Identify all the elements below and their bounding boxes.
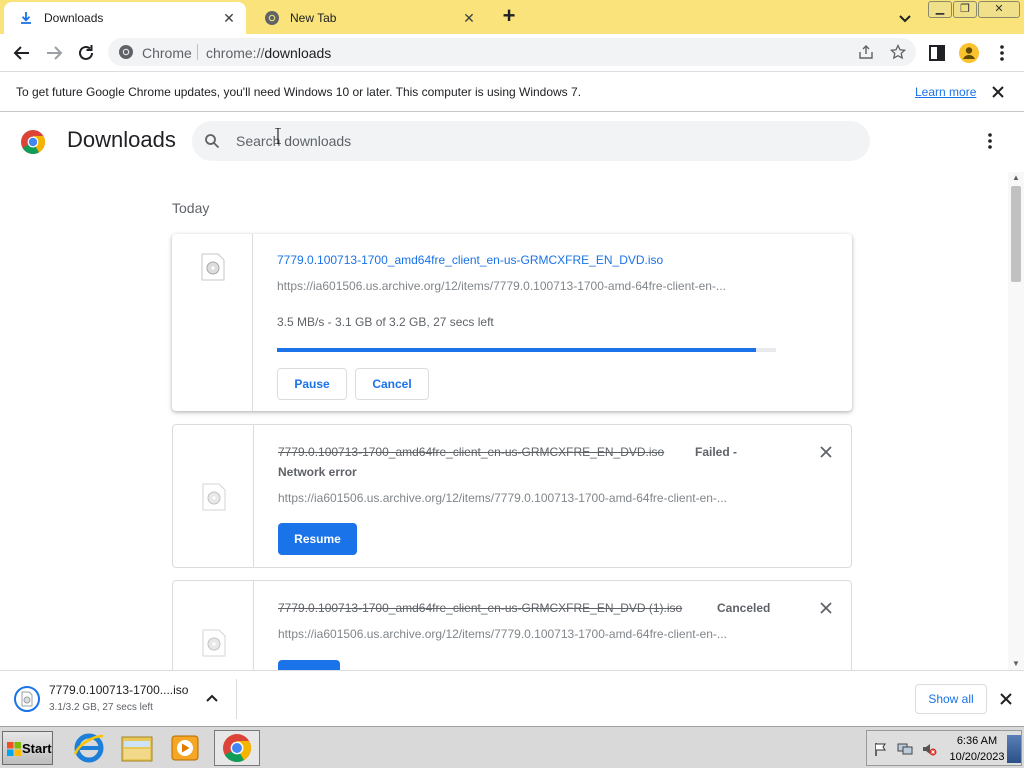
close-icon[interactable] bbox=[990, 84, 1006, 100]
internet-explorer-icon[interactable] bbox=[66, 730, 112, 766]
tab-downloads[interactable]: Downloads ✕ bbox=[4, 2, 246, 34]
media-player-icon[interactable] bbox=[162, 730, 208, 766]
text-cursor-icon bbox=[275, 128, 281, 144]
file-icon bbox=[202, 483, 226, 511]
reload-icon[interactable] bbox=[75, 42, 97, 64]
site-chip: Chrome bbox=[142, 45, 192, 61]
download-progress-text: 3.5 MB/s - 3.1 GB of 3.2 GB, 27 secs lef… bbox=[277, 315, 494, 329]
resume-button[interactable]: Resume bbox=[278, 523, 357, 555]
download-url[interactable]: https://ia601506.us.archive.org/12/items… bbox=[277, 279, 726, 293]
progress-fill bbox=[277, 348, 757, 352]
infobar-message: To get future Google Chrome updates, you… bbox=[16, 85, 582, 99]
chrome-icon[interactable] bbox=[214, 730, 260, 766]
new-tab-button[interactable]: + bbox=[498, 5, 520, 28]
page-title: Downloads bbox=[67, 127, 176, 152]
menu-kebab-icon[interactable] bbox=[991, 42, 1013, 64]
cancel-button[interactable]: Cancel bbox=[355, 368, 429, 400]
shelf-filename[interactable]: 7779.0.100713-1700....iso bbox=[49, 683, 188, 697]
remove-item-icon[interactable] bbox=[819, 601, 833, 615]
downloading-file-icon[interactable] bbox=[14, 685, 40, 713]
start-button[interactable]: Start bbox=[2, 731, 53, 765]
search-input[interactable] bbox=[236, 121, 836, 161]
download-item-failed: 7779.0.100713-1700_amd64fre_client_en-us… bbox=[172, 424, 852, 568]
scroll-up-icon[interactable]: ▲ bbox=[1008, 172, 1024, 184]
window-close-button[interactable]: ✕ bbox=[978, 1, 1020, 18]
url-text: chrome://downloads bbox=[206, 45, 332, 61]
volume-muted-icon[interactable] bbox=[921, 741, 937, 757]
close-tab-icon[interactable]: ✕ bbox=[460, 9, 478, 27]
bookmark-star-icon[interactable] bbox=[890, 44, 906, 60]
close-tab-icon[interactable]: ✕ bbox=[220, 9, 238, 27]
downloads-header: Downloads bbox=[0, 113, 1024, 169]
file-icon bbox=[201, 253, 225, 281]
file-icon bbox=[202, 629, 226, 657]
download-filename: 7779.0.100713-1700_amd64fre_client_en-us… bbox=[278, 601, 683, 615]
system-tray: 6:36 AM 10/20/2023 bbox=[866, 730, 1022, 766]
windows-logo-icon bbox=[7, 742, 21, 756]
download-shelf: 7779.0.100713-1700....iso 3.1/3.2 GB, 27… bbox=[0, 670, 1024, 726]
download-status: Canceled bbox=[717, 601, 771, 615]
search-box[interactable] bbox=[192, 121, 870, 161]
date-heading: Today bbox=[172, 200, 210, 216]
back-arrow-icon[interactable] bbox=[11, 42, 33, 64]
more-actions-icon[interactable] bbox=[982, 131, 998, 151]
tab-label: New Tab bbox=[290, 11, 337, 25]
chrome-window: Downloads ✕ New Tab ✕ + ▁ ❐ ✕ Chrome chr… bbox=[0, 0, 1024, 768]
download-filename-link[interactable]: 7779.0.100713-1700_amd64fre_client_en-us… bbox=[277, 253, 663, 267]
download-icon bbox=[21, 12, 31, 24]
profile-avatar-icon[interactable] bbox=[958, 42, 980, 64]
learn-more-link[interactable]: Learn more bbox=[915, 85, 976, 99]
close-shelf-icon[interactable] bbox=[999, 692, 1013, 706]
tab-new-tab[interactable]: New Tab ✕ bbox=[250, 2, 486, 34]
forward-arrow-icon[interactable] bbox=[43, 42, 65, 64]
pause-button[interactable]: Pause bbox=[277, 368, 347, 400]
page-scrollbar[interactable]: ▲ ▼ bbox=[1008, 172, 1024, 670]
side-panel-icon[interactable] bbox=[926, 42, 948, 64]
search-icon bbox=[205, 134, 220, 149]
tab-label: Downloads bbox=[44, 11, 104, 25]
file-explorer-icon[interactable] bbox=[114, 730, 160, 766]
download-url[interactable]: https://ia601506.us.archive.org/12/items… bbox=[278, 627, 727, 641]
scroll-thumb[interactable] bbox=[1011, 186, 1021, 282]
scroll-down-icon[interactable]: ▼ bbox=[1008, 658, 1024, 670]
file-icon-column bbox=[173, 425, 254, 567]
windows-taskbar: Start 6:36 AM 10/20/2023 bbox=[0, 726, 1024, 768]
start-label: Start bbox=[22, 741, 52, 756]
download-status: Failed - bbox=[695, 445, 738, 459]
show-all-button[interactable]: Show all bbox=[915, 684, 987, 714]
toolbar: Chrome chrome://downloads bbox=[0, 34, 1024, 71]
separator bbox=[197, 44, 198, 60]
download-item-active: 7779.0.100713-1700_amd64fre_client_en-us… bbox=[172, 234, 852, 411]
show-desktop-button[interactable] bbox=[1007, 735, 1021, 763]
network-icon[interactable] bbox=[897, 741, 913, 757]
address-bar[interactable]: Chrome chrome://downloads bbox=[108, 38, 916, 66]
download-status-detail: Network error bbox=[278, 465, 357, 479]
restore-button[interactable]: ❐ bbox=[953, 1, 977, 18]
clock-date[interactable]: 10/20/2023 bbox=[945, 751, 1009, 763]
share-icon[interactable] bbox=[858, 44, 874, 60]
download-filename: 7779.0.100713-1700_amd64fre_client_en-us… bbox=[278, 445, 665, 459]
clock-time[interactable]: 6:36 AM bbox=[949, 735, 1005, 747]
download-progress-bar bbox=[277, 348, 776, 352]
chrome-icon bbox=[265, 11, 279, 25]
tab-strip: Downloads ✕ New Tab ✕ + ▁ ❐ ✕ bbox=[0, 0, 1024, 34]
chrome-logo-icon bbox=[21, 130, 46, 155]
chevron-down-icon[interactable] bbox=[896, 9, 914, 27]
action-center-flag-icon[interactable] bbox=[873, 741, 889, 757]
update-infobar: To get future Google Chrome updates, you… bbox=[0, 71, 1024, 112]
shelf-divider bbox=[236, 679, 237, 719]
shelf-status: 3.1/3.2 GB, 27 secs left bbox=[49, 702, 153, 713]
file-icon-column bbox=[172, 234, 253, 411]
chevron-up-icon[interactable] bbox=[205, 691, 219, 705]
remove-item-icon[interactable] bbox=[819, 445, 833, 459]
download-url[interactable]: https://ia601506.us.archive.org/12/items… bbox=[278, 491, 727, 505]
minimize-button[interactable]: ▁ bbox=[928, 1, 952, 18]
chrome-icon bbox=[119, 45, 133, 59]
